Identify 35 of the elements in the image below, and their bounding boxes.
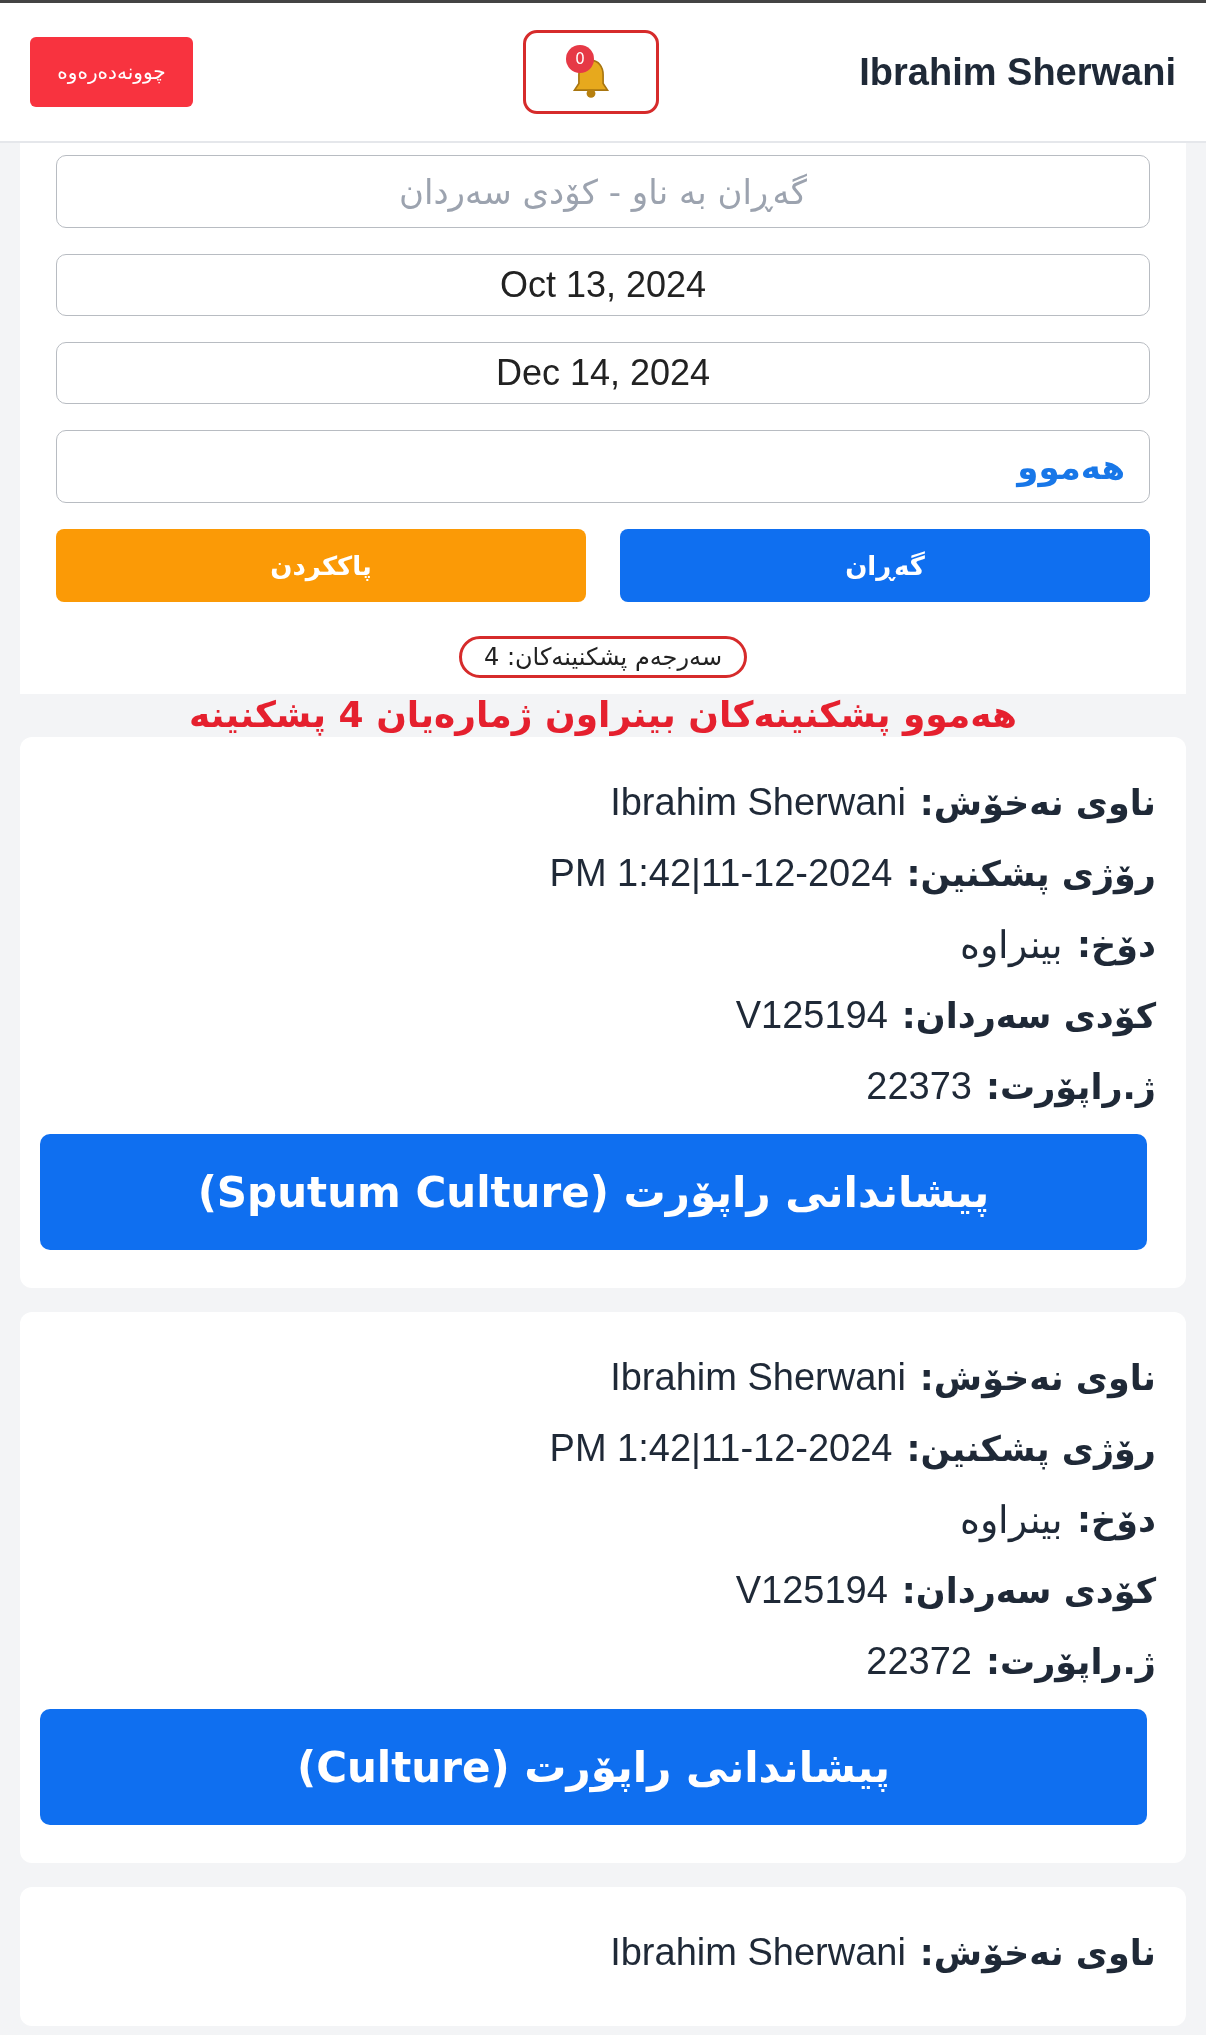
field-value: 22373: [866, 1065, 972, 1108]
field-label: رۆژی پشکنین:: [906, 853, 1156, 894]
field-value: Ibrahim Sherwani: [610, 781, 906, 824]
field-value: Ibrahim Sherwani: [610, 1356, 906, 1399]
search-button[interactable]: گەڕان: [620, 529, 1150, 602]
field-label: رۆژی پشکنین:: [906, 1428, 1156, 1469]
field-label: دۆخ:: [1077, 1499, 1156, 1540]
notification-count: 0: [566, 45, 595, 73]
field-value: V125194: [735, 994, 888, 1037]
field-label: ناوی نەخۆش:: [919, 782, 1156, 823]
field-value: V125194: [735, 1569, 888, 1612]
status-message: هەموو پشکنینەکان بینراون ژمارەیان 4 پشکنینە: [188, 694, 1018, 735]
field-value: 22372: [866, 1640, 972, 1683]
status-select[interactable]: هەموو: [56, 430, 1150, 503]
total-tests-count: سەرجەم پشکنینەکان: 4: [458, 636, 748, 678]
field-value: بینراوە: [960, 922, 1064, 967]
view-report-button[interactable]: پیشاندانی راپۆرت (Culture): [40, 1709, 1147, 1825]
view-report-button[interactable]: پیشاندانی راپۆرت (Sputum Culture): [40, 1134, 1147, 1250]
field-value: 11-12-2024|1:42 PM: [549, 1427, 893, 1470]
field-label: ژ.راپۆرت:: [986, 1066, 1156, 1107]
date-to-field[interactable]: Dec 14, 2024: [56, 342, 1150, 404]
search-field[interactable]: گەڕان بە ناو - کۆدی سەردان: [56, 155, 1150, 228]
field-label: کۆدی سەردان:: [901, 995, 1156, 1036]
date-from-field[interactable]: Oct 13, 2024: [56, 254, 1150, 316]
field-value: بینراوە: [960, 1497, 1064, 1542]
logout-button[interactable]: چوونەدەرەوە: [30, 37, 193, 107]
field-value: 11-12-2024|1:42 PM: [549, 852, 893, 895]
notifications-button[interactable]: 0: [523, 30, 660, 114]
user-name: Ibrahim Sherwani: [859, 50, 1176, 94]
field-label: کۆدی سەردان:: [901, 1570, 1156, 1611]
field-label: ناوی نەخۆش:: [919, 1357, 1156, 1398]
field-label: ژ.راپۆرت:: [986, 1641, 1156, 1682]
field-value: Ibrahim Sherwani: [610, 1931, 906, 1974]
field-label: دۆخ:: [1077, 924, 1156, 965]
field-label: ناوی نەخۆش:: [919, 1932, 1156, 1973]
